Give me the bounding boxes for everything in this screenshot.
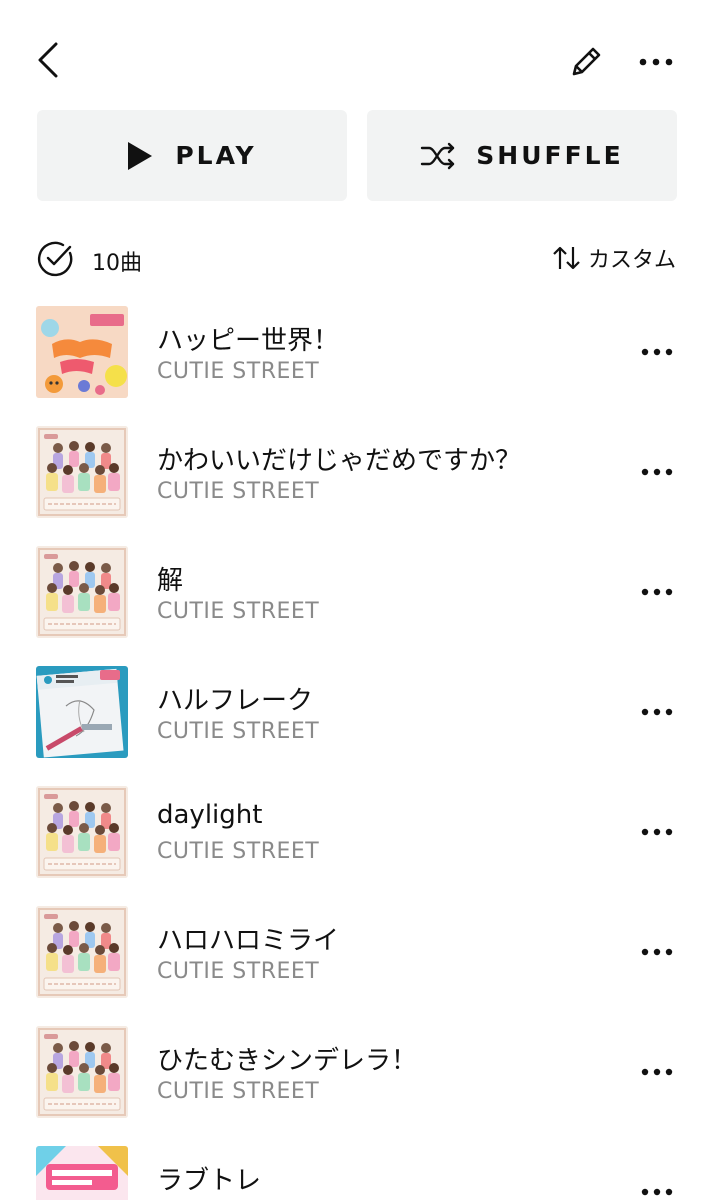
track-more-button[interactable] — [630, 816, 684, 848]
play-button[interactable]: PLAY — [37, 110, 347, 201]
more-horizontal-icon — [641, 588, 673, 596]
more-horizontal-icon — [641, 948, 673, 956]
track-artist: CUTIE STREET — [157, 479, 320, 504]
track-artist: CUTIE STREET — [157, 599, 320, 624]
track-artist: CUTIE STREET — [157, 1079, 320, 1104]
track-row[interactable]: かわいいだけじゃだめですか？ CUTIE STREET — [0, 412, 714, 532]
more-horizontal-icon — [641, 708, 673, 716]
play-icon — [127, 141, 153, 171]
more-horizontal-icon — [641, 1188, 673, 1196]
edit-button[interactable] — [564, 40, 608, 84]
track-more-button[interactable] — [630, 696, 684, 728]
track-title: ハッピー世界！ — [157, 326, 340, 356]
more-horizontal-icon — [641, 468, 673, 476]
album-artwork — [36, 426, 128, 518]
track-more-button[interactable] — [630, 336, 684, 368]
album-artwork — [36, 1146, 128, 1200]
track-title: daylight — [157, 800, 263, 830]
track-row[interactable]: ハッピー世界！ CUTIE STREET — [0, 292, 714, 412]
playlist-screen: PLAY SHUFFLE 10曲 カスタム ハッピー世界！ CUTIE STRE… — [0, 0, 714, 1200]
track-row[interactable]: ハルフレーク CUTIE STREET — [0, 652, 714, 772]
track-title: ラブトレ — [157, 1166, 262, 1196]
more-horizontal-icon — [639, 58, 673, 66]
shuffle-button[interactable]: SHUFFLE — [367, 110, 677, 201]
album-artwork — [36, 1026, 128, 1118]
track-row[interactable]: 解 CUTIE STREET — [0, 532, 714, 652]
track-title: ひたむきシンデレラ！ — [157, 1046, 418, 1076]
track-more-button[interactable] — [630, 936, 684, 968]
track-artist: CUTIE STREET — [157, 359, 320, 384]
playlist-info-row: 10曲 カスタム — [0, 236, 714, 280]
shuffle-icon — [420, 142, 456, 170]
album-artwork — [36, 786, 128, 878]
track-row[interactable]: ひたむきシンデレラ！ CUTIE STREET — [0, 1012, 714, 1132]
album-artwork — [36, 546, 128, 638]
track-more-button[interactable] — [630, 576, 684, 608]
shuffle-label: SHUFFLE — [476, 141, 624, 170]
back-button[interactable] — [28, 38, 68, 82]
sort-arrows-icon — [552, 245, 582, 271]
more-options-button[interactable] — [632, 40, 680, 84]
select-tracks-button[interactable] — [37, 240, 75, 278]
pencil-icon — [568, 44, 604, 80]
track-artist: CUTIE STREET — [157, 839, 320, 864]
album-artwork — [36, 906, 128, 998]
track-more-button[interactable] — [630, 456, 684, 488]
more-horizontal-icon — [641, 348, 673, 356]
track-title: ハルフレーク — [157, 686, 314, 716]
track-title: ハロハロミライ — [157, 926, 340, 956]
album-artwork — [36, 306, 128, 398]
track-count: 10曲 — [92, 251, 142, 276]
sort-label: カスタム — [587, 248, 676, 273]
track-title: 解 — [157, 566, 184, 596]
sort-button[interactable]: カスタム — [552, 242, 676, 274]
play-label: PLAY — [175, 141, 257, 170]
more-horizontal-icon — [641, 1068, 673, 1076]
track-artist: CUTIE STREET — [157, 719, 320, 744]
track-more-button[interactable] — [630, 1176, 684, 1200]
album-artwork — [36, 666, 128, 758]
track-title: かわいいだけじゃだめですか？ — [157, 446, 522, 476]
track-row[interactable]: daylight CUTIE STREET — [0, 772, 714, 892]
check-circle-icon — [37, 240, 75, 278]
track-row[interactable]: ラブトレCUTIE STREET — [0, 1132, 714, 1200]
track-row[interactable]: ハロハロミライ CUTIE STREET — [0, 892, 714, 1012]
chevron-left-icon — [37, 42, 59, 78]
track-artist: CUTIE STREET — [157, 959, 320, 984]
more-horizontal-icon — [641, 828, 673, 836]
top-bar — [0, 0, 714, 110]
track-more-button[interactable] — [630, 1056, 684, 1088]
